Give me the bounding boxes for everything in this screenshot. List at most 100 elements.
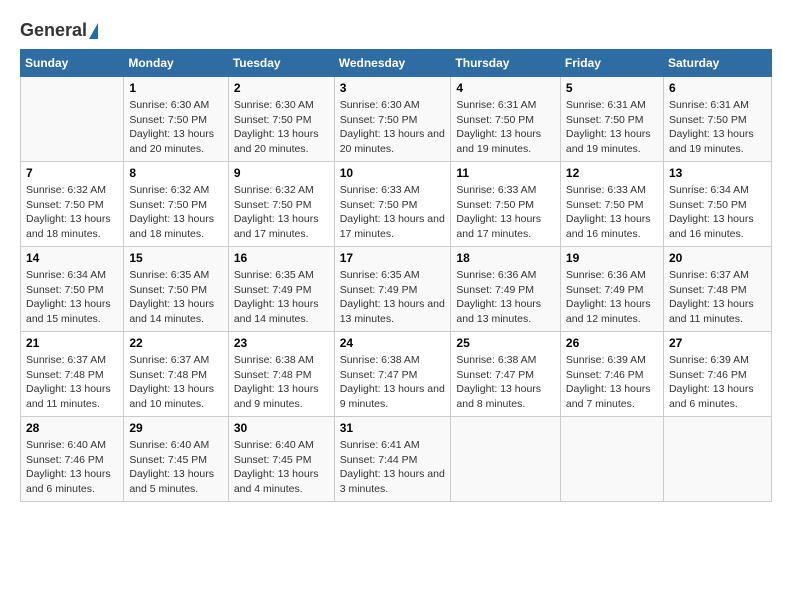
calendar-cell: 11 Sunrise: 6:33 AMSunset: 7:50 PMDayligh… [451, 162, 561, 247]
calendar-cell [663, 417, 771, 502]
logo-icon [89, 23, 98, 39]
day-number: 12 [566, 166, 658, 180]
header-day-wednesday: Wednesday [334, 50, 451, 77]
day-info: Sunrise: 6:35 AMSunset: 7:49 PMDaylight:… [234, 268, 329, 327]
calendar-cell: 26 Sunrise: 6:39 AMSunset: 7:46 PMDayligh… [560, 332, 663, 417]
calendar-cell: 24 Sunrise: 6:38 AMSunset: 7:47 PMDayligh… [334, 332, 451, 417]
day-info: Sunrise: 6:30 AMSunset: 7:50 PMDaylight:… [129, 98, 222, 157]
day-number: 6 [669, 81, 766, 95]
day-number: 29 [129, 421, 222, 435]
calendar-header-row: SundayMondayTuesdayWednesdayThursdayFrid… [21, 50, 772, 77]
day-number: 22 [129, 336, 222, 350]
day-number: 24 [340, 336, 446, 350]
calendar-week-row: 28 Sunrise: 6:40 AMSunset: 7:46 PMDayligh… [21, 417, 772, 502]
day-info: Sunrise: 6:37 AMSunset: 7:48 PMDaylight:… [129, 353, 222, 412]
calendar-cell: 3Sunrise: 6:30 AMSunset: 7:50 PMDaylight… [334, 77, 451, 162]
calendar-cell: 29Sunrise: 6:40 AMSunset: 7:45 PMDayligh… [124, 417, 228, 502]
day-info: Sunrise: 6:38 AMSunset: 7:47 PMDaylight:… [340, 353, 446, 412]
calendar-cell: 9 Sunrise: 6:32 AMSunset: 7:50 PMDaylight… [228, 162, 334, 247]
calendar-cell [451, 417, 561, 502]
day-info: Sunrise: 6:38 AMSunset: 7:48 PMDaylight:… [234, 353, 329, 412]
day-info: Sunrise: 6:32 AMSunset: 7:50 PMDaylight:… [26, 183, 118, 242]
calendar-week-row: 14 Sunrise: 6:34 AMSunset: 7:50 PMDayligh… [21, 247, 772, 332]
header: General [20, 20, 772, 39]
day-info: Sunrise: 6:33 AMSunset: 7:50 PMDaylight:… [566, 183, 658, 242]
day-number: 9 [234, 166, 329, 180]
calendar-cell: 19 Sunrise: 6:36 AMSunset: 7:49 PMDayligh… [560, 247, 663, 332]
day-info: Sunrise: 6:32 AMSunset: 7:50 PMDaylight:… [129, 183, 222, 242]
day-number: 5 [566, 81, 658, 95]
calendar-cell: 4Sunrise: 6:31 AMSunset: 7:50 PMDaylight… [451, 77, 561, 162]
day-info: Sunrise: 6:37 AMSunset: 7:48 PMDaylight:… [26, 353, 118, 412]
day-number: 25 [456, 336, 555, 350]
logo: General [20, 20, 98, 39]
day-info: Sunrise: 6:36 AMSunset: 7:49 PMDaylight:… [456, 268, 555, 327]
day-number: 21 [26, 336, 118, 350]
day-info: Sunrise: 6:30 AMSunset: 7:50 PMDaylight:… [234, 98, 329, 157]
day-number: 18 [456, 251, 555, 265]
calendar-cell: 8 Sunrise: 6:32 AMSunset: 7:50 PMDaylight… [124, 162, 228, 247]
day-info: Sunrise: 6:34 AMSunset: 7:50 PMDaylight:… [26, 268, 118, 327]
calendar-cell: 5 Sunrise: 6:31 AMSunset: 7:50 PMDaylight… [560, 77, 663, 162]
day-info: Sunrise: 6:40 AMSunset: 7:46 PMDaylight:… [26, 438, 118, 497]
calendar-week-row: 21 Sunrise: 6:37 AMSunset: 7:48 PMDayligh… [21, 332, 772, 417]
day-info: Sunrise: 6:36 AMSunset: 7:49 PMDaylight:… [566, 268, 658, 327]
day-number: 30 [234, 421, 329, 435]
day-number: 8 [129, 166, 222, 180]
calendar-cell [560, 417, 663, 502]
calendar-cell: 16Sunrise: 6:35 AMSunset: 7:49 PMDayligh… [228, 247, 334, 332]
day-number: 2 [234, 81, 329, 95]
day-info: Sunrise: 6:31 AMSunset: 7:50 PMDaylight:… [669, 98, 766, 157]
day-number: 23 [234, 336, 329, 350]
calendar-cell: 28 Sunrise: 6:40 AMSunset: 7:46 PMDayligh… [21, 417, 124, 502]
calendar-cell: 18 Sunrise: 6:36 AMSunset: 7:49 PMDayligh… [451, 247, 561, 332]
calendar-cell: 20 Sunrise: 6:37 AMSunset: 7:48 PMDayligh… [663, 247, 771, 332]
day-number: 19 [566, 251, 658, 265]
logo-general-text: General [20, 20, 87, 41]
header-day-friday: Friday [560, 50, 663, 77]
calendar-cell: 23 Sunrise: 6:38 AMSunset: 7:48 PMDayligh… [228, 332, 334, 417]
day-number: 26 [566, 336, 658, 350]
calendar-cell: 17Sunrise: 6:35 AMSunset: 7:49 PMDayligh… [334, 247, 451, 332]
day-info: Sunrise: 6:38 AMSunset: 7:47 PMDaylight:… [456, 353, 555, 412]
header-day-thursday: Thursday [451, 50, 561, 77]
calendar-cell: 6 Sunrise: 6:31 AMSunset: 7:50 PMDaylight… [663, 77, 771, 162]
day-number: 20 [669, 251, 766, 265]
calendar-cell: 7 Sunrise: 6:32 AMSunset: 7:50 PMDaylight… [21, 162, 124, 247]
day-info: Sunrise: 6:37 AMSunset: 7:48 PMDaylight:… [669, 268, 766, 327]
day-info: Sunrise: 6:32 AMSunset: 7:50 PMDaylight:… [234, 183, 329, 242]
calendar-cell: 10Sunrise: 6:33 AMSunset: 7:50 PMDayligh… [334, 162, 451, 247]
calendar-cell: 30 Sunrise: 6:40 AMSunset: 7:45 PMDayligh… [228, 417, 334, 502]
day-number: 7 [26, 166, 118, 180]
day-number: 10 [340, 166, 446, 180]
day-number: 13 [669, 166, 766, 180]
day-info: Sunrise: 6:35 AMSunset: 7:50 PMDaylight:… [129, 268, 222, 327]
calendar-cell: 13Sunrise: 6:34 AMSunset: 7:50 PMDayligh… [663, 162, 771, 247]
calendar-cell [21, 77, 124, 162]
day-number: 27 [669, 336, 766, 350]
day-number: 14 [26, 251, 118, 265]
day-info: Sunrise: 6:39 AMSunset: 7:46 PMDaylight:… [566, 353, 658, 412]
day-number: 3 [340, 81, 446, 95]
day-number: 11 [456, 166, 555, 180]
calendar-week-row: 1 Sunrise: 6:30 AMSunset: 7:50 PMDaylight… [21, 77, 772, 162]
day-number: 1 [129, 81, 222, 95]
day-info: Sunrise: 6:33 AMSunset: 7:50 PMDaylight:… [456, 183, 555, 242]
calendar-cell: 12 Sunrise: 6:33 AMSunset: 7:50 PMDayligh… [560, 162, 663, 247]
day-info: Sunrise: 6:40 AMSunset: 7:45 PMDaylight:… [234, 438, 329, 497]
day-info: Sunrise: 6:31 AMSunset: 7:50 PMDaylight:… [566, 98, 658, 157]
calendar-cell: 15Sunrise: 6:35 AMSunset: 7:50 PMDayligh… [124, 247, 228, 332]
calendar-cell: 31Sunrise: 6:41 AMSunset: 7:44 PMDayligh… [334, 417, 451, 502]
calendar-cell: 27 Sunrise: 6:39 AMSunset: 7:46 PMDayligh… [663, 332, 771, 417]
day-number: 28 [26, 421, 118, 435]
calendar-cell: 2 Sunrise: 6:30 AMSunset: 7:50 PMDaylight… [228, 77, 334, 162]
day-number: 31 [340, 421, 446, 435]
calendar-cell: 14 Sunrise: 6:34 AMSunset: 7:50 PMDayligh… [21, 247, 124, 332]
header-day-monday: Monday [124, 50, 228, 77]
day-number: 4 [456, 81, 555, 95]
header-day-tuesday: Tuesday [228, 50, 334, 77]
calendar-week-row: 7 Sunrise: 6:32 AMSunset: 7:50 PMDaylight… [21, 162, 772, 247]
day-info: Sunrise: 6:39 AMSunset: 7:46 PMDaylight:… [669, 353, 766, 412]
calendar-cell: 1 Sunrise: 6:30 AMSunset: 7:50 PMDaylight… [124, 77, 228, 162]
calendar-table: SundayMondayTuesdayWednesdayThursdayFrid… [20, 49, 772, 502]
